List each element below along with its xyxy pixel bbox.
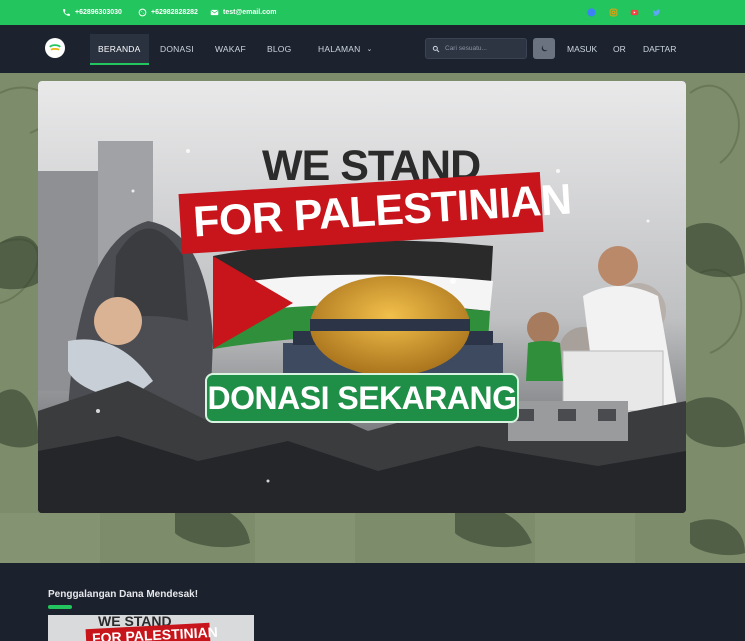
- whatsapp-icon: [138, 8, 147, 17]
- nav-item-beranda[interactable]: BERANDA: [90, 34, 149, 65]
- instagram-icon[interactable]: [608, 7, 618, 17]
- urgent-fundraising-section: Penggalangan Dana Mendesak! WE STAND FOR…: [0, 563, 745, 641]
- nav-item-label: BERANDA: [98, 43, 141, 54]
- phone-icon: [63, 9, 70, 16]
- nav-item-label: WAKAF: [215, 44, 246, 54]
- phone-contact[interactable]: +62896303030: [62, 0, 122, 25]
- search-input[interactable]: [445, 45, 525, 52]
- site-logo[interactable]: [45, 38, 65, 58]
- hero-banner[interactable]: WE STAND FOR PALESTINIAN DONASI SEKARANG: [38, 81, 686, 513]
- youtube-icon[interactable]: [629, 7, 639, 17]
- facebook-icon[interactable]: [586, 7, 596, 17]
- or-separator: OR: [613, 44, 626, 54]
- main-navbar: BERANDA DONASI WAKAF BLOG HALAMAN ⌄ MASU…: [0, 25, 745, 73]
- dark-mode-toggle[interactable]: [533, 38, 555, 59]
- register-link[interactable]: DAFTAR: [643, 25, 676, 73]
- top-contact-bar: +62896303030 +62982828282 test@email.com: [0, 0, 745, 25]
- nav-item-halaman[interactable]: HALAMAN ⌄: [318, 25, 373, 73]
- donate-now-button[interactable]: DONASI SEKARANG: [205, 373, 519, 423]
- logo-icon: [49, 44, 61, 51]
- login-link[interactable]: MASUK: [567, 25, 597, 73]
- section-title: Penggalangan Dana Mendesak!: [48, 589, 199, 600]
- campaign-card-thumbnail[interactable]: WE STAND FOR PALESTINIAN: [48, 615, 254, 641]
- moon-icon: [541, 45, 547, 52]
- whatsapp-contact[interactable]: +62982828282: [138, 0, 198, 25]
- nav-item-label: BLOG: [267, 44, 292, 54]
- nav-item-label: HALAMAN: [318, 44, 361, 54]
- nav-item-wakaf[interactable]: WAKAF: [215, 25, 246, 73]
- envelope-icon: [210, 9, 219, 16]
- nav-item-donasi[interactable]: DONASI: [160, 25, 194, 73]
- phone-number: +62896303030: [75, 9, 122, 16]
- search-icon: [432, 45, 440, 52]
- twitter-icon[interactable]: [651, 7, 661, 17]
- section-underline: [48, 605, 72, 609]
- whatsapp-number: +62982828282: [151, 9, 198, 16]
- nav-item-blog[interactable]: BLOG: [267, 25, 291, 73]
- email-address: test@email.com: [223, 9, 277, 16]
- email-contact[interactable]: test@email.com: [210, 0, 277, 25]
- nav-item-label: DONASI: [160, 44, 194, 54]
- chevron-down-icon: ⌄: [366, 46, 373, 53]
- search-box[interactable]: [425, 38, 527, 59]
